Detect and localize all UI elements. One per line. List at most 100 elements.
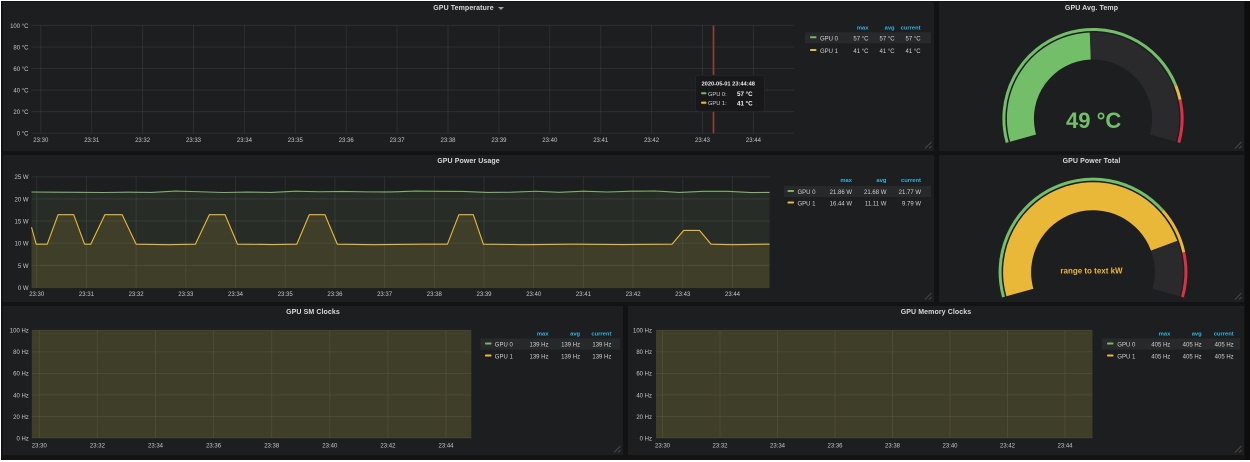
svg-text:0 W: 0 W [18,286,29,292]
svg-text:139 Hz: 139 Hz [592,355,611,361]
svg-text:23:36: 23:36 [339,138,355,144]
svg-text:16.44 W: 16.44 W [830,202,853,208]
svg-text:23:44: 23:44 [725,292,741,298]
svg-text:23:44: 23:44 [746,138,762,144]
svg-text:23:34: 23:34 [228,292,244,298]
svg-text:23:33: 23:33 [186,138,202,144]
svg-text:40 °C: 40 °C [13,88,29,94]
svg-text:23:31: 23:31 [79,292,95,298]
svg-text:41 °C: 41 °C [880,49,896,55]
svg-text:20 Hz: 20 Hz [13,415,29,421]
svg-text:23:37: 23:37 [390,138,406,144]
svg-text:avg: avg [885,26,895,32]
svg-text:405 Hz: 405 Hz [1151,355,1170,361]
svg-text:100 Hz: 100 Hz [633,329,652,335]
svg-text:23:36: 23:36 [206,444,222,450]
svg-text:GPU 1: GPU 1 [1117,355,1136,361]
svg-text:57 °C: 57 °C [853,36,869,42]
svg-text:23:42: 23:42 [380,444,396,450]
svg-text:current: current [901,178,921,184]
svg-text:GPU 0: GPU 0 [1117,343,1136,349]
svg-text:current: current [591,332,611,338]
svg-text:57 °C: 57 °C [880,36,896,42]
svg-text:max: max [857,26,869,32]
svg-text:80 Hz: 80 Hz [636,350,652,356]
svg-text:21.86 W: 21.86 W [830,190,853,196]
svg-text:41 °C: 41 °C [853,49,869,55]
svg-text:GPU 0: GPU 0 [495,343,514,349]
svg-text:23:41: 23:41 [576,292,592,298]
svg-text:40 Hz: 40 Hz [636,393,652,399]
svg-text:20 °C: 20 °C [13,110,29,116]
svg-text:23:44: 23:44 [438,444,454,450]
svg-text:23:34: 23:34 [770,444,786,450]
svg-text:range to text kW: range to text kW [1060,267,1123,276]
svg-text:23:30: 23:30 [32,444,48,450]
svg-text:57 °C: 57 °C [737,91,753,98]
svg-text:23:34: 23:34 [148,444,164,450]
svg-text:GPU 1: GPU 1 [798,202,817,208]
svg-text:avg: avg [1192,332,1202,338]
svg-text:0 °C: 0 °C [17,132,29,138]
svg-text:41 °C: 41 °C [906,49,922,55]
svg-text:60 Hz: 60 Hz [636,372,652,378]
svg-text:405 Hz: 405 Hz [1215,355,1234,361]
svg-text:current: current [1214,332,1234,338]
svg-text:139 Hz: 139 Hz [529,355,548,361]
svg-text:25 W: 25 W [14,175,28,181]
svg-text:15 W: 15 W [14,219,28,225]
svg-text:GPU 1: GPU 1 [820,49,839,55]
svg-text:23:42: 23:42 [644,138,660,144]
svg-text:23:43: 23:43 [675,292,691,298]
svg-text:23:34: 23:34 [237,138,253,144]
svg-text:23:38: 23:38 [264,444,280,450]
svg-text:23:40: 23:40 [322,444,338,450]
svg-text:23:39: 23:39 [491,138,507,144]
svg-text:80 Hz: 80 Hz [13,350,29,356]
svg-text:57 °C: 57 °C [906,36,922,42]
svg-text:23:35: 23:35 [278,292,294,298]
svg-text:max: max [1159,332,1171,338]
svg-text:20 W: 20 W [14,197,28,203]
svg-text:23:44: 23:44 [1057,444,1073,450]
svg-text:GPU 1: GPU 1 [495,355,514,361]
svg-text:23:38: 23:38 [885,444,901,450]
svg-text:23:30: 23:30 [29,292,45,298]
svg-text:139 Hz: 139 Hz [529,343,548,349]
svg-text:23:43: 23:43 [695,138,711,144]
svg-text:23:40: 23:40 [526,292,542,298]
svg-text:5 W: 5 W [18,264,29,270]
svg-text:23:33: 23:33 [178,292,194,298]
svg-text:23:37: 23:37 [377,292,393,298]
svg-text:21.77 W: 21.77 W [899,190,922,196]
svg-text:23:31: 23:31 [84,138,100,144]
svg-text:405 Hz: 405 Hz [1151,343,1170,349]
svg-text:GPU 0: GPU 0 [798,190,817,196]
svg-text:9.79 W: 9.79 W [902,202,921,208]
svg-text:23:32: 23:32 [90,444,106,450]
svg-text:2020-05-01 23:44:48: 2020-05-01 23:44:48 [702,81,755,87]
svg-text:21.68 W: 21.68 W [864,190,887,196]
svg-text:avg: avg [570,332,580,338]
svg-text:10 W: 10 W [14,242,28,248]
svg-text:23:32: 23:32 [129,292,145,298]
svg-text:avg: avg [876,178,886,184]
svg-text:80 °C: 80 °C [13,45,29,51]
svg-text:23:40: 23:40 [942,444,958,450]
svg-text:max: max [537,332,549,338]
svg-text:60 °C: 60 °C [13,67,29,73]
svg-text:41 °C: 41 °C [737,100,753,107]
svg-text:100 Hz: 100 Hz [10,329,29,335]
svg-text:40 Hz: 40 Hz [13,393,29,399]
svg-text:11.11 W: 11.11 W [865,202,887,208]
svg-text:23:40: 23:40 [542,138,558,144]
svg-text:0 Hz: 0 Hz [16,436,28,442]
svg-text:23:38: 23:38 [427,292,443,298]
svg-text:60 Hz: 60 Hz [13,372,29,378]
svg-text:GPU 1:: GPU 1: [708,101,727,107]
svg-text:405 Hz: 405 Hz [1183,355,1202,361]
svg-text:23:41: 23:41 [593,138,609,144]
svg-text:GPU 0: GPU 0 [820,36,839,42]
svg-text:23:30: 23:30 [655,444,671,450]
svg-text:20 Hz: 20 Hz [636,415,652,421]
